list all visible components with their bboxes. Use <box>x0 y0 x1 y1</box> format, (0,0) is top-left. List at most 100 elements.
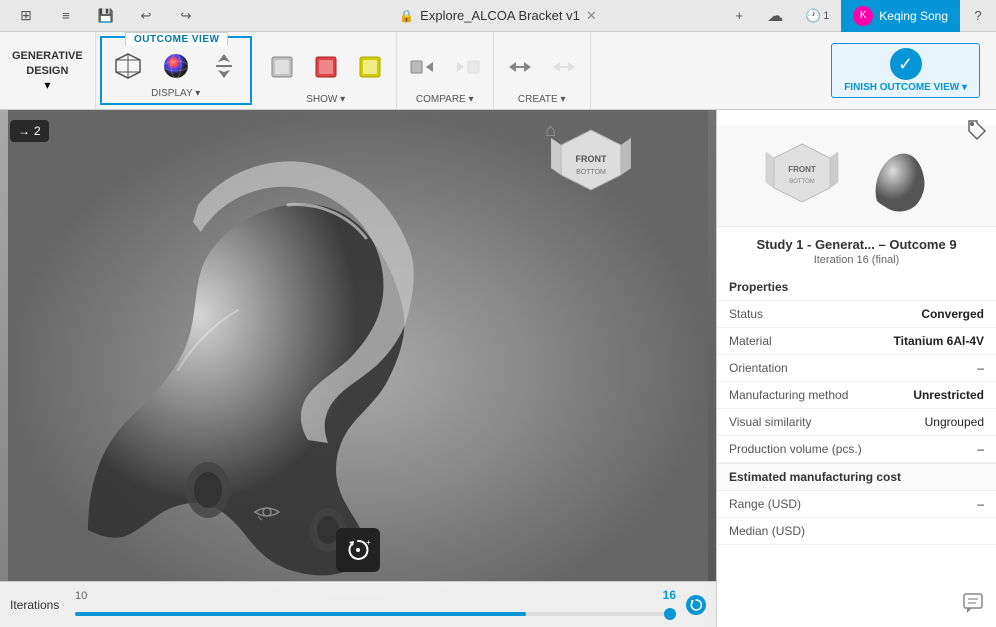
finish-outcome-view-button[interactable]: ✓ FINISH OUTCOME VIEW ▾ <box>831 43 980 98</box>
range-value: – <box>977 497 984 511</box>
show-red-button[interactable] <box>304 47 348 87</box>
cloud-button[interactable]: ☁ <box>757 0 793 32</box>
thumbnail-model <box>852 136 952 216</box>
finish-section: ✓ FINISH OUTCOME VIEW ▾ <box>591 32 996 109</box>
svg-text:+: + <box>366 538 371 547</box>
iter-num-left: 10 <box>75 590 87 602</box>
show-section: SHOW ▾ <box>256 32 397 109</box>
property-row-visual-similarity: Visual similarity Ungrouped <box>717 409 996 436</box>
property-row-material: Material Titanium 6Al-4V <box>717 328 996 355</box>
nav-cube[interactable]: FRONT BOTTOM <box>551 120 631 215</box>
cost-median-row: Median (USD) <box>717 518 996 545</box>
production-volume-value: – <box>977 442 984 456</box>
panel-subtitle: Iteration 16 (final) <box>717 254 996 274</box>
show-yellow-button[interactable] <box>348 47 392 87</box>
chat-button[interactable] <box>962 592 984 619</box>
menu-button[interactable]: ≡ <box>48 0 84 32</box>
median-label: Median (USD) <box>729 524 805 538</box>
iter-slider[interactable] <box>75 612 676 616</box>
redo-icon: ↪ <box>181 8 192 24</box>
plus-icon: + <box>735 8 743 23</box>
save-icon: 💾 <box>98 8 114 24</box>
panel-thumbnails: FRONT BOTTOM <box>717 126 996 227</box>
arrow-icon: → <box>18 124 30 138</box>
properties-header: Properties <box>717 274 996 301</box>
create-left-button[interactable] <box>498 47 542 87</box>
user-button[interactable]: K Keqing Song <box>841 0 960 32</box>
tag-button[interactable] <box>966 118 988 145</box>
svg-text:BOTTOM: BOTTOM <box>789 179 815 185</box>
reset-view-button[interactable]: + <box>336 528 380 572</box>
show-label[interactable]: SHOW ▾ <box>306 94 345 109</box>
compare-right-button[interactable] <box>445 47 489 87</box>
help-icon: ? <box>974 8 981 23</box>
arrows-icon <box>208 50 240 82</box>
clock-button[interactable]: 🕐 1 <box>793 0 841 32</box>
color-sphere-icon <box>160 50 192 82</box>
create-right-button[interactable] <box>542 47 586 87</box>
save-button[interactable]: 💾 <box>88 0 124 32</box>
viewport[interactable]: → 2 ⌂ FRONT BOTTOM <box>0 110 716 627</box>
iter-fill <box>75 612 526 616</box>
orientation-value: – <box>977 361 984 375</box>
display-cube-button[interactable] <box>106 46 150 86</box>
iterations-label: Iterations <box>10 598 65 612</box>
undo-button[interactable]: ↩ <box>128 0 164 32</box>
display-buttons <box>106 40 246 86</box>
status-value: Converged <box>921 307 984 321</box>
create-label[interactable]: CREATE ▾ <box>518 94 566 109</box>
add-tab-button[interactable]: + <box>721 0 757 32</box>
cost-range-row: Range (USD) – <box>717 491 996 518</box>
help-button[interactable]: ? <box>960 0 996 32</box>
gen-design-arrow: ▾ <box>44 78 50 92</box>
compare-label[interactable]: COMPARE ▾ <box>416 94 474 109</box>
iter-badge-num: 2 <box>34 124 41 138</box>
svg-text:FRONT: FRONT <box>788 165 816 174</box>
app-grid-icon: ⊞ <box>20 7 32 24</box>
property-row-production-volume: Production volume (pcs.) – <box>717 436 996 463</box>
iterations-bar: Iterations 10 16 <box>0 581 716 627</box>
undo-icon: ↩ <box>141 8 152 24</box>
mfg-method-label: Manufacturing method <box>729 388 848 402</box>
production-volume-label: Production volume (pcs.) <box>729 442 862 456</box>
range-label: Range (USD) <box>729 497 801 511</box>
status-label: Status <box>729 307 763 321</box>
app-grid-button[interactable]: ⊞ <box>8 0 44 32</box>
clock-icon: 🕐 <box>805 8 821 24</box>
generative-design-button[interactable]: GENERATIVEDESIGN ▾ <box>0 32 96 109</box>
lock-icon: 🔒 <box>399 9 414 23</box>
svg-text:FRONT: FRONT <box>576 154 607 164</box>
close-tab-icon[interactable]: ✕ <box>586 8 597 24</box>
gen-design-label: GENERATIVEDESIGN <box>12 49 83 78</box>
iter-num-right: 16 <box>663 588 676 602</box>
checkmark-icon: ✓ <box>890 48 922 80</box>
estimated-cost-header: Estimated manufacturing cost <box>717 463 996 491</box>
create-left-icon <box>504 51 536 83</box>
user-name: Keqing Song <box>879 9 948 23</box>
create-right-icon <box>548 51 580 83</box>
title-bar-left: ⊞ ≡ 💾 ↩ ↪ <box>0 0 204 32</box>
property-row-status: Status Converged <box>717 301 996 328</box>
create-section: CREATE ▾ <box>494 32 591 109</box>
display-color-button[interactable] <box>154 46 198 86</box>
compare-right-icon <box>451 51 483 83</box>
title-bar: ⊞ ≡ 💾 ↩ ↪ 🔒 Explore_ALCOA Bracket v1 ✕ +… <box>0 0 996 32</box>
right-panel: FRONT BOTTOM <box>716 110 996 627</box>
compare-section: COMPARE ▾ <box>397 32 494 109</box>
camera-button[interactable] <box>254 503 462 527</box>
show-cube-button[interactable] <box>260 47 304 87</box>
compare-left-button[interactable] <box>401 47 445 87</box>
iter-refresh-button[interactable] <box>686 595 706 615</box>
display-label[interactable]: DISPLAY ▾ <box>151 86 200 103</box>
thumbnail-cube: FRONT BOTTOM <box>762 136 842 216</box>
user-avatar: K <box>853 6 873 26</box>
display-arrows-button[interactable] <box>202 46 246 86</box>
finish-label: FINISH OUTCOME VIEW ▾ <box>844 82 967 93</box>
show-cube-icon <box>266 51 298 83</box>
redo-button[interactable]: ↪ <box>168 0 204 32</box>
clock-count: 1 <box>823 10 829 22</box>
svg-text:BOTTOM: BOTTOM <box>576 169 606 176</box>
title-center: 🔒 Explore_ALCOA Bracket v1 ✕ <box>399 8 597 24</box>
panel-title: Study 1 - Generat... – Outcome 9 <box>717 227 996 254</box>
iterations-track-container: 10 16 <box>75 590 676 620</box>
